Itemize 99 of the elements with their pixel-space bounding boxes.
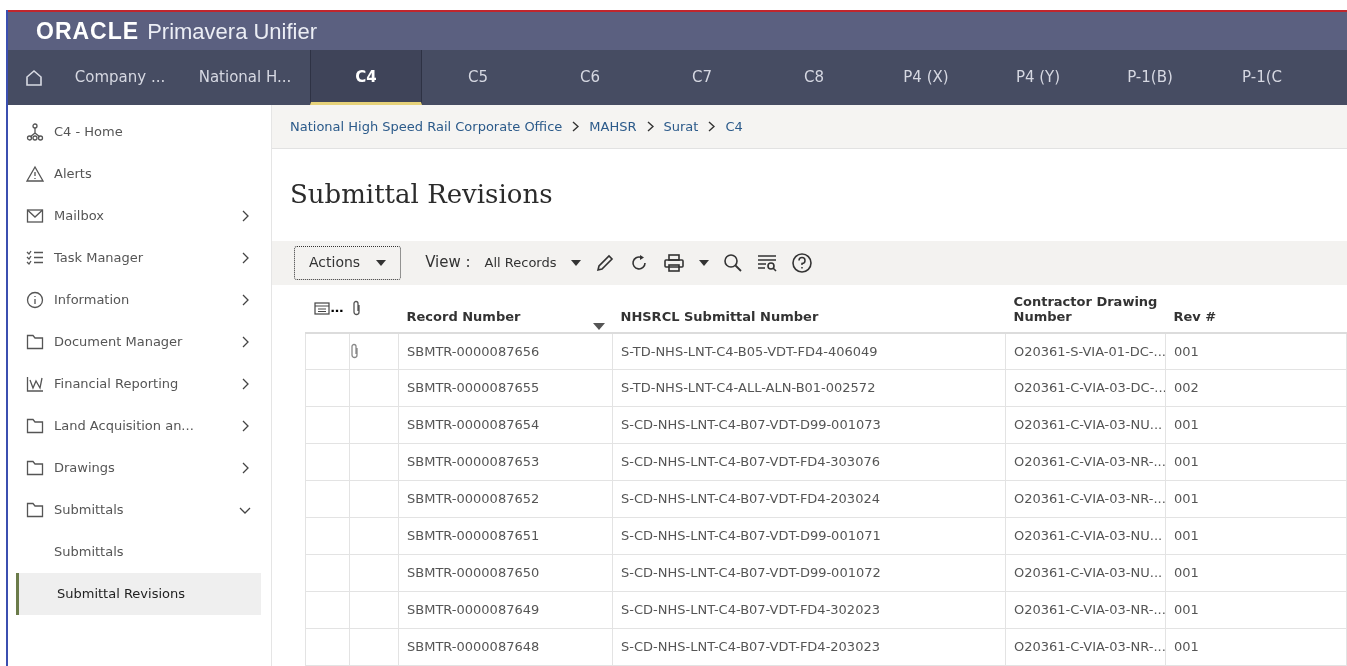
table-cell: SBMTR-0000087652 bbox=[398, 480, 613, 518]
view-dropdown[interactable]: All Records bbox=[484, 252, 581, 273]
column-header: … bbox=[330, 299, 344, 318]
info-icon bbox=[26, 291, 44, 309]
table-cell: O20361-C-VIA-03-DC-... bbox=[1005, 369, 1166, 407]
table-cell: O20361-C-VIA-03-NR-... bbox=[1005, 480, 1166, 518]
nav-tab[interactable]: C4 bbox=[310, 50, 422, 105]
folder-icon bbox=[26, 459, 44, 477]
table-cell: SBMTR-0000087648 bbox=[398, 628, 613, 666]
paperclip-icon bbox=[351, 300, 362, 316]
column-header[interactable]: Rev # bbox=[1165, 284, 1347, 333]
sidebar-item[interactable]: Task Manager bbox=[16, 237, 261, 279]
nav-tab[interactable]: C5 bbox=[422, 50, 534, 105]
folder-icon bbox=[26, 333, 44, 351]
table-cell: O20361-C-VIA-03-NU... bbox=[1005, 517, 1166, 555]
chevron-right-icon bbox=[646, 120, 654, 132]
folder-icon bbox=[26, 501, 44, 519]
sidebar-item[interactable]: C4 - Home bbox=[16, 111, 261, 153]
filter-search-icon[interactable] bbox=[756, 252, 777, 273]
table-cell: O20361-S-VIA-01-DC-... bbox=[1005, 332, 1166, 370]
sidebar-item[interactable]: Document Manager bbox=[16, 321, 261, 363]
table-cell: S-CD-NHS-LNT-C4-B07-VDT-FD4-303076 bbox=[612, 443, 1006, 481]
sidebar-item[interactable]: Submittal Revisions bbox=[16, 573, 261, 615]
chevron-right-icon bbox=[572, 120, 580, 132]
table-cell: S-CD-NHS-LNT-C4-B07-VDT-FD4-203023 bbox=[612, 628, 1006, 666]
checklist-icon bbox=[26, 249, 44, 267]
table-cell: 002 bbox=[1165, 369, 1347, 407]
envelope-icon bbox=[26, 207, 44, 225]
sidebar-item[interactable]: Submittals bbox=[16, 531, 261, 573]
print-icon[interactable] bbox=[662, 252, 685, 273]
paperclip-icon bbox=[350, 343, 360, 360]
table-cell: O20361-C-VIA-03-NR-... bbox=[1005, 591, 1166, 629]
column-header[interactable]: Contractor Drawing Number bbox=[1005, 284, 1166, 333]
table-cell: SBMTR-0000087650 bbox=[398, 554, 613, 592]
nav-tab[interactable]: National H... bbox=[180, 50, 310, 105]
table-cell: 001 bbox=[1165, 406, 1347, 444]
page-title: Submittal Revisions bbox=[289, 177, 554, 211]
table-cell: 001 bbox=[1165, 332, 1347, 370]
sidebar-item[interactable]: Information bbox=[16, 279, 261, 321]
help-icon[interactable] bbox=[790, 251, 813, 274]
table-cell: SBMTR-0000087651 bbox=[398, 517, 613, 555]
table-cell: 001 bbox=[1165, 480, 1347, 518]
nav-tab[interactable]: C8 bbox=[758, 50, 870, 105]
nav-tab[interactable]: P-1(C bbox=[1206, 50, 1318, 105]
table-cell: S-TD-NHS-LNT-C4-ALL-ALN-B01-002572 bbox=[612, 369, 1006, 407]
nav-tab[interactable]: C7 bbox=[646, 50, 758, 105]
brand-logo: ORACLE bbox=[36, 16, 140, 46]
table-cell: S-TD-NHS-LNT-C4-B05-VDT-FD4-406049 bbox=[612, 332, 1006, 370]
nav-tab[interactable]: P-1(B) bbox=[1094, 50, 1206, 105]
nav-tab[interactable]: Company ... bbox=[60, 50, 180, 105]
sidebar-item[interactable]: Drawings bbox=[16, 447, 261, 489]
sidebar-item[interactable]: Mailbox bbox=[16, 195, 261, 237]
table-cell: O20361-C-VIA-03-NR-... bbox=[1005, 628, 1166, 666]
sidebar-item[interactable]: Financial Reporting bbox=[16, 363, 261, 405]
table-cell: SBMTR-0000087653 bbox=[398, 443, 613, 481]
chevron-right-icon bbox=[708, 120, 716, 132]
breadcrumb-link[interactable]: MAHSR bbox=[589, 116, 637, 137]
search-icon[interactable] bbox=[722, 252, 743, 273]
chart-icon bbox=[26, 375, 44, 393]
table-cell: S-CD-NHS-LNT-C4-B07-VDT-FD4-302023 bbox=[612, 591, 1006, 629]
table-cell: 001 bbox=[1165, 591, 1347, 629]
folder-icon bbox=[26, 417, 44, 435]
sidebar-item[interactable]: Submittals bbox=[16, 489, 261, 531]
table-cell: 001 bbox=[1165, 517, 1347, 555]
sidebar-item[interactable]: Land Acquisition an... bbox=[16, 405, 261, 447]
breadcrumb-link[interactable]: C4 bbox=[725, 116, 743, 137]
caret-icon bbox=[570, 259, 581, 266]
nav-tab[interactable]: P4 (Y) bbox=[982, 50, 1094, 105]
caret-icon[interactable] bbox=[698, 259, 709, 266]
table-cell: O20361-C-VIA-03-NR-... bbox=[1005, 443, 1166, 481]
table-cell: S-CD-NHS-LNT-C4-B07-VDT-D99-001073 bbox=[612, 406, 1006, 444]
hierarchy-icon bbox=[26, 123, 44, 141]
edit-icon[interactable] bbox=[594, 252, 615, 273]
table-cell: S-CD-NHS-LNT-C4-B07-VDT-D99-001072 bbox=[612, 554, 1006, 592]
table-cell: O20361-C-VIA-03-NU... bbox=[1005, 554, 1166, 592]
calendar-icon bbox=[313, 301, 330, 315]
view-label: View : bbox=[425, 252, 471, 274]
caret-icon bbox=[376, 259, 387, 266]
nav-tab[interactable]: C6 bbox=[534, 50, 646, 105]
table-cell: SBMTR-0000087649 bbox=[398, 591, 613, 629]
table-cell: S-CD-NHS-LNT-C4-B07-VDT-D99-001071 bbox=[612, 517, 1006, 555]
home-icon[interactable] bbox=[25, 68, 43, 87]
table-cell: O20361-C-VIA-03-NU... bbox=[1005, 406, 1166, 444]
table-cell: 001 bbox=[1165, 628, 1347, 666]
sidebar-item[interactable]: Alerts bbox=[16, 153, 261, 195]
table-cell: SBMTR-0000087654 bbox=[398, 406, 613, 444]
table-cell: S-CD-NHS-LNT-C4-B07-VDT-FD4-203024 bbox=[612, 480, 1006, 518]
nav-tab[interactable]: P4 (X) bbox=[870, 50, 982, 105]
breadcrumb-link[interactable]: Surat bbox=[663, 116, 699, 137]
column-header[interactable]: Record Number bbox=[398, 284, 613, 333]
product-name: Primavera Unifier bbox=[147, 17, 318, 46]
table-cell: 001 bbox=[1165, 443, 1347, 481]
table-cell: 001 bbox=[1165, 554, 1347, 592]
breadcrumb-link[interactable]: National High Speed Rail Corporate Office bbox=[290, 116, 563, 137]
column-header[interactable]: NHSRCL Submittal Number bbox=[612, 284, 1006, 333]
table-cell: SBMTR-0000087655 bbox=[398, 369, 613, 407]
warning-icon bbox=[26, 165, 44, 183]
sort-caret-icon bbox=[592, 322, 605, 330]
table-cell: SBMTR-0000087656 bbox=[398, 332, 613, 370]
